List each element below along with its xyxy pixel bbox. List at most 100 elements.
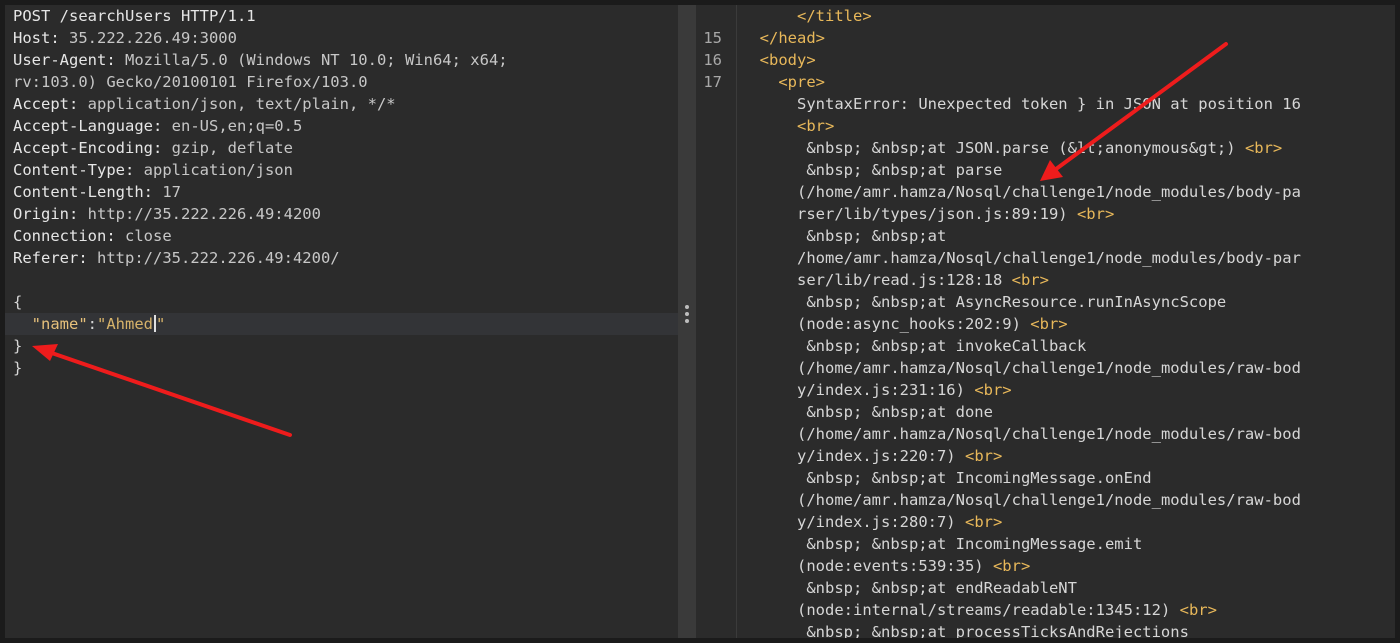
header-name: Content-Length — [13, 183, 144, 201]
line-number — [696, 137, 722, 159]
json-close-line: } — [5, 335, 678, 357]
html-tag: <br> — [1179, 601, 1217, 619]
line-number: 15 — [703, 29, 722, 47]
response-line: &nbsp; &nbsp;at parse — [741, 159, 1395, 181]
response-text: &nbsp; &nbsp;at JSON.parse (&lt;anonymou… — [806, 139, 1245, 157]
header-colon: : — [152, 117, 172, 135]
header-colon: : — [69, 95, 88, 113]
line-number-gutter: 15 16 17 — [696, 5, 737, 638]
response-text: &nbsp; &nbsp;at parse — [806, 161, 1003, 179]
response-line: (/home/amr.hamza/Nosql/challenge1/node_m… — [741, 181, 1395, 203]
header-value: application/json, text/plain, */* — [87, 95, 396, 113]
json-value: "Ahmed — [97, 315, 154, 333]
response-line: <br> — [741, 115, 1395, 137]
line-number: 16 — [703, 51, 722, 69]
request-line: POST /searchUsers HTTP/1.1 — [5, 5, 678, 27]
response-line: &nbsp; &nbsp;at invokeCallback — [741, 335, 1395, 357]
response-viewer[interactable]: 15 16 17 </title> </head> <body> <pre> Syn… — [696, 5, 1395, 638]
header-line: Accept-Language: en-US,en;q=0.5 — [5, 115, 678, 137]
line-number — [696, 203, 722, 225]
html-tag: <br> — [1011, 271, 1049, 289]
response-line: <body> — [741, 49, 1395, 71]
line-number — [696, 445, 722, 467]
response-line: ser/lib/read.js:128:18 <br> — [741, 269, 1395, 291]
json-value-close-quote: " — [156, 315, 166, 333]
response-text: SyntaxError: Unexpected token } in JSON … — [797, 95, 1301, 113]
response-text: &nbsp; &nbsp;at invokeCallback — [806, 337, 1087, 355]
header-line: Content-Length: 17 — [5, 181, 678, 203]
response-text: (/home/amr.hamza/Nosql/challenge1/node_m… — [797, 183, 1301, 201]
pane-divider[interactable] — [678, 5, 696, 638]
line-number — [696, 489, 722, 511]
response-text: y/index.js:231:16) — [797, 381, 975, 399]
html-tag: <body> — [759, 51, 816, 69]
header-name: Accept — [13, 95, 69, 113]
response-line: &nbsp; &nbsp;at IncomingMessage.emit — [741, 533, 1395, 555]
line-number — [696, 577, 722, 599]
response-text: &nbsp; &nbsp;at processTicksAndRejection… — [806, 623, 1189, 638]
line-number — [696, 423, 722, 445]
response-line: <pre> — [741, 71, 1395, 93]
response-line: (/home/amr.hamza/Nosql/challenge1/node_m… — [741, 423, 1395, 445]
json-open-line: { — [5, 291, 678, 313]
header-colon: : — [106, 51, 125, 69]
response-line: (/home/amr.hamza/Nosql/challenge1/node_m… — [741, 357, 1395, 379]
line-number — [696, 401, 722, 423]
line-number — [696, 555, 722, 577]
header-value: gzip, deflate — [171, 139, 293, 157]
header-colon: : — [143, 183, 163, 201]
header-colon: : — [50, 29, 69, 47]
line-number — [696, 313, 722, 335]
header-line: Accept-Encoding: gzip, deflate — [5, 137, 678, 159]
header-line: User-Agent: Mozilla/5.0 (Windows NT 10.0… — [5, 49, 678, 71]
header-name: Host — [13, 29, 51, 47]
line-number — [696, 225, 722, 247]
header-colon: : — [106, 227, 125, 245]
response-line: (node:events:539:35) <br> — [741, 555, 1395, 577]
header-value: application/json — [143, 161, 293, 179]
response-text: (/home/amr.hamza/Nosql/challenge1/node_m… — [797, 359, 1301, 377]
line-number — [696, 379, 722, 401]
line-number — [696, 511, 722, 533]
line-number — [696, 599, 722, 621]
header-value: Mozilla/5.0 (Windows NT 10.0; Win64; x64… — [125, 51, 508, 69]
line-number — [696, 181, 722, 203]
response-text: &nbsp; &nbsp;at — [806, 227, 947, 245]
header-colon: : — [124, 161, 144, 179]
response-line: y/index.js:220:7) <br> — [741, 445, 1395, 467]
json-property-line: "name":"Ahmed " — [5, 313, 678, 335]
header-value: en-US,en;q=0.5 — [171, 117, 303, 135]
request-editor[interactable]: POST /searchUsers HTTP/1.1 Host: 35.222.2… — [5, 5, 678, 638]
header-name: Connection — [13, 227, 107, 245]
response-text: y/index.js:220:7) — [797, 447, 965, 465]
response-line: &nbsp; &nbsp;at — [741, 225, 1395, 247]
html-tag: <br> — [964, 513, 1003, 531]
line-number: 17 — [703, 73, 722, 91]
json-close-brace-extra: } — [13, 359, 23, 377]
line-number — [696, 5, 722, 27]
json-open-brace: { — [13, 293, 23, 311]
response-text: &nbsp; &nbsp;at IncomingMessage.onEnd — [806, 469, 1152, 487]
header-name: Accept-Language — [13, 117, 153, 135]
response-line: &nbsp; &nbsp;at done — [741, 401, 1395, 423]
header-colon: : — [69, 205, 88, 223]
html-tag: <br> — [797, 117, 835, 135]
request-line-text: POST /searchUsers HTTP/1.1 — [13, 7, 256, 25]
header-value: rv:103.0) Gecko/20100101 Firefox/103.0 — [13, 73, 368, 91]
line-number — [696, 269, 722, 291]
json-key: "name" — [31, 315, 88, 333]
header-value: close — [125, 227, 172, 245]
header-line: Host: 35.222.226.49:3000 — [5, 27, 678, 49]
response-text: &nbsp; &nbsp;at AsyncResource.runInAsync… — [806, 293, 1227, 311]
response-line: y/index.js:280:7) <br> — [741, 511, 1395, 533]
header-name: Content-Type — [13, 161, 125, 179]
header-value: http://35.222.226.49:4200 — [87, 205, 321, 223]
line-number — [696, 115, 722, 137]
header-name: Accept-Encoding — [13, 139, 153, 157]
response-line: </head> — [741, 27, 1395, 49]
json-close-brace: } — [13, 337, 23, 355]
response-line: &nbsp; &nbsp;at JSON.parse (&lt;anonymou… — [741, 137, 1395, 159]
drag-handle-icon[interactable] — [685, 305, 689, 323]
html-tag: <br> — [974, 381, 1012, 399]
header-name: User-Agent — [13, 51, 107, 69]
